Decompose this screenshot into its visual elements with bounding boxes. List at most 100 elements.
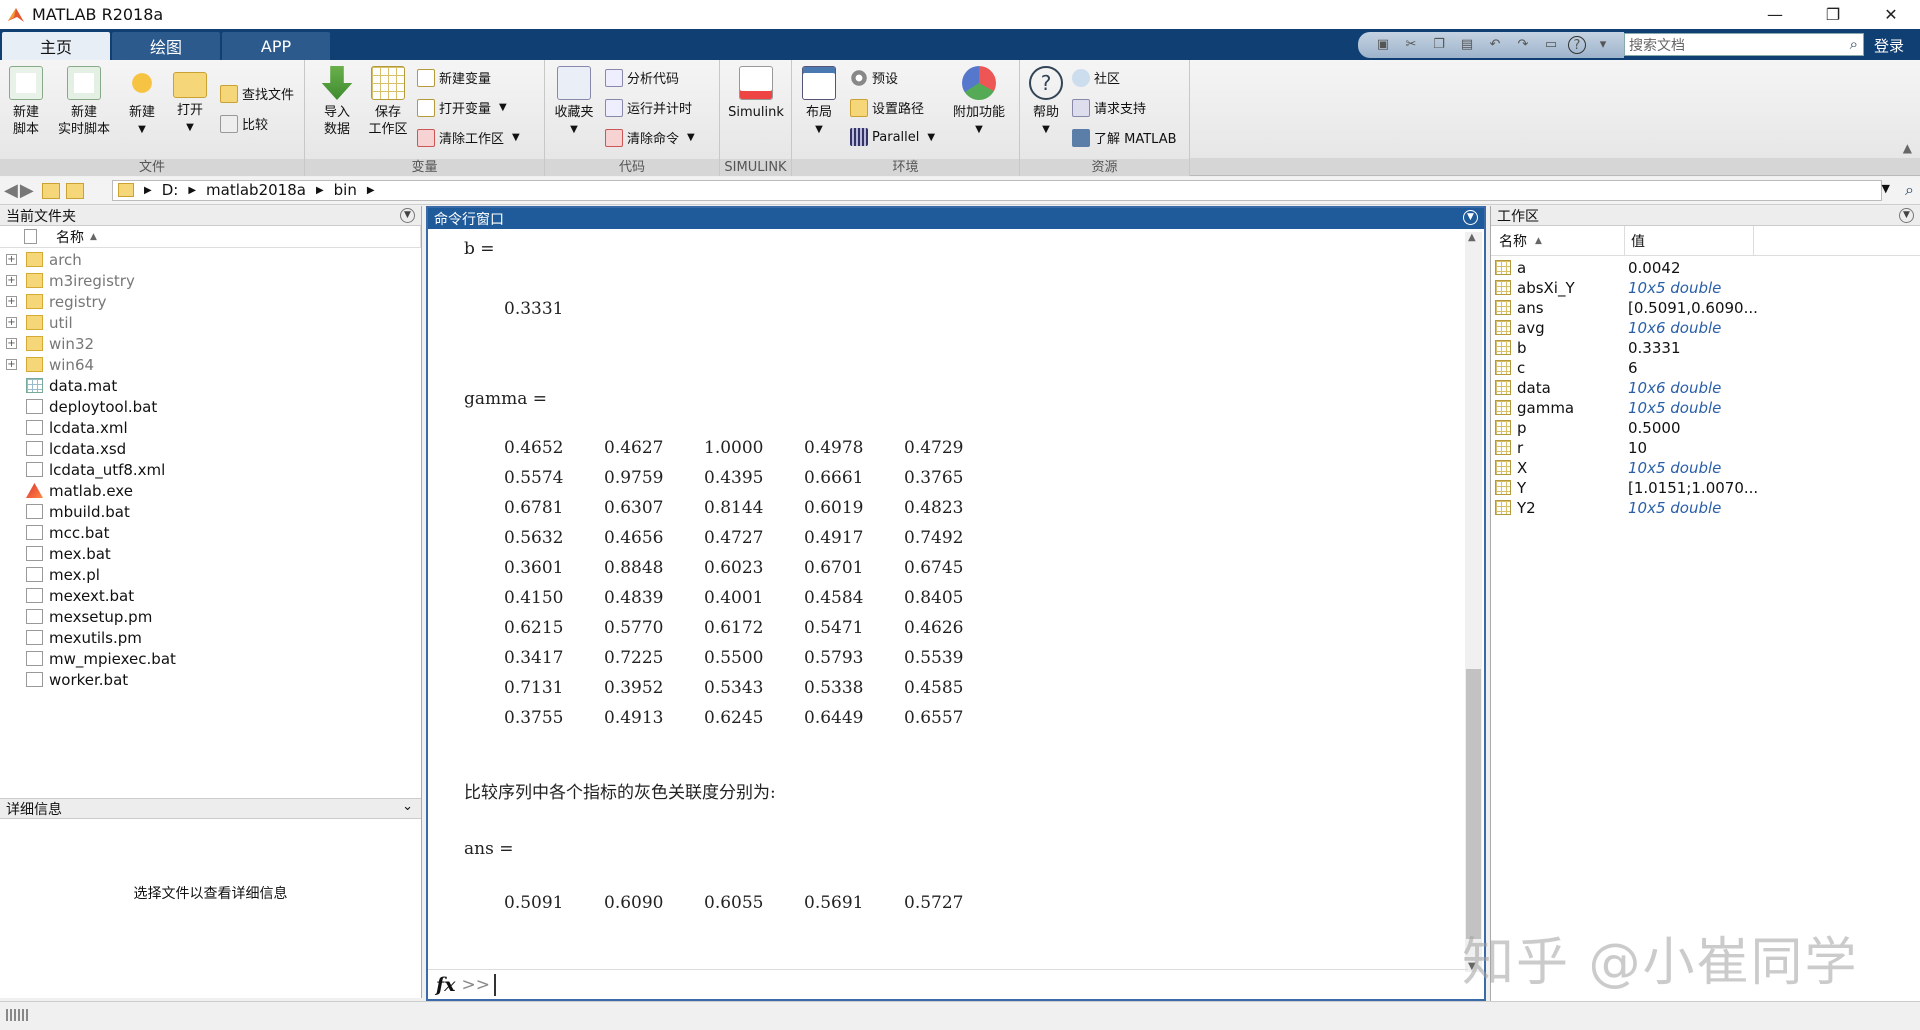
file-list-item[interactable]: matlab.exe bbox=[0, 480, 421, 501]
workspace-variable-row[interactable]: b 0.3331 bbox=[1491, 338, 1920, 358]
file-list-item[interactable]: worker.bat bbox=[0, 669, 421, 690]
workspace-variable-row[interactable]: r 10 bbox=[1491, 438, 1920, 458]
back-arrow-icon[interactable]: ◀ bbox=[4, 180, 18, 201]
file-list-item[interactable]: lcdata_utf8.xml bbox=[0, 459, 421, 480]
file-list-item[interactable]: + registry bbox=[0, 291, 421, 312]
analyze-code-button[interactable]: 分析代码 bbox=[605, 68, 679, 87]
workspace-variable-row[interactable]: absXi_Y 10x5 double bbox=[1491, 278, 1920, 298]
path-field[interactable] bbox=[112, 180, 1882, 201]
file-list-item[interactable]: mcc.bat bbox=[0, 522, 421, 543]
open-variable-button[interactable]: 打开变量 ▼ bbox=[417, 98, 507, 117]
favorites-button[interactable]: 收藏夹 ▼ bbox=[549, 66, 599, 138]
file-list-header[interactable]: 名称 ▲ bbox=[0, 226, 421, 248]
file-list-item[interactable]: mexext.bat bbox=[0, 585, 421, 606]
file-list-item[interactable]: mex.pl bbox=[0, 564, 421, 585]
breadcrumb-item-bin[interactable]: bin bbox=[334, 181, 357, 199]
file-list-item[interactable]: mex.bat bbox=[0, 543, 421, 564]
collapse-ribbon-icon[interactable]: ▲ bbox=[1903, 141, 1912, 155]
new-variable-button[interactable]: 新建变量 bbox=[417, 68, 491, 87]
expand-icon[interactable]: + bbox=[6, 254, 17, 265]
set-path-button[interactable]: 设置路径 bbox=[850, 98, 924, 117]
file-list-item[interactable]: mexutils.pm bbox=[0, 627, 421, 648]
expand-icon[interactable]: + bbox=[6, 317, 17, 328]
compare-button[interactable]: 比较 bbox=[220, 114, 268, 133]
expand-icon[interactable]: + bbox=[6, 359, 17, 370]
workspace-variable-row[interactable]: data 10x6 double bbox=[1491, 378, 1920, 398]
chevron-down-icon[interactable]: ⌄ bbox=[402, 799, 413, 814]
up-folder-icon[interactable] bbox=[41, 182, 60, 199]
maximize-button[interactable]: ❐ bbox=[1804, 0, 1862, 29]
save-workspace-button[interactable]: 保存 工作区 bbox=[363, 66, 413, 138]
command-output[interactable]: b = 0.3331 gamma = 0.4652 0.4627 1.0000 0.4… bbox=[464, 233, 1444, 953]
breadcrumb-item-matlab[interactable]: matlab2018a bbox=[206, 181, 306, 199]
file-list-item[interactable]: + win64 bbox=[0, 354, 421, 375]
file-list-item[interactable]: + util bbox=[0, 312, 421, 333]
breadcrumb-item-drive[interactable]: D: bbox=[162, 181, 179, 199]
name-column-header[interactable]: 名称 bbox=[56, 227, 84, 247]
parallel-button[interactable]: Parallel ▼ bbox=[850, 128, 935, 146]
file-list-item[interactable]: lcdata.xml bbox=[0, 417, 421, 438]
clear-commands-button[interactable]: 清除命令 ▼ bbox=[605, 128, 695, 147]
vertical-scrollbar[interactable]: ▲ ▼ bbox=[1465, 232, 1482, 972]
expand-icon[interactable]: + bbox=[6, 275, 17, 286]
workspace-variable-row[interactable]: gamma 10x5 double bbox=[1491, 398, 1920, 418]
layout-button[interactable]: 布局 ▼ bbox=[796, 66, 842, 138]
scroll-up-icon[interactable]: ▲ bbox=[1468, 232, 1476, 243]
command-prompt-line[interactable]: fx >> bbox=[428, 969, 1468, 999]
simulink-button[interactable]: Simulink bbox=[724, 66, 788, 121]
panel-actions-icon[interactable]: ▼ bbox=[400, 208, 415, 223]
workspace-variable-row[interactable]: Y [1.0151;1.0070... bbox=[1491, 478, 1920, 498]
clear-workspace-button[interactable]: 清除工作区 ▼ bbox=[417, 128, 520, 147]
request-support-button[interactable]: 请求支持 bbox=[1072, 98, 1146, 117]
path-dropdown-icon[interactable]: ▼ bbox=[1882, 182, 1890, 195]
workspace-variable-row[interactable]: a 0.0042 bbox=[1491, 258, 1920, 278]
file-list-item[interactable]: mbuild.bat bbox=[0, 501, 421, 522]
value-column-header[interactable]: 值 bbox=[1631, 231, 1645, 251]
file-list-item[interactable]: mw_mpiexec.bat bbox=[0, 648, 421, 669]
chevron-down-icon[interactable]: ▾ bbox=[1592, 36, 1614, 54]
workspace-variable-row[interactable]: avg 10x6 double bbox=[1491, 318, 1920, 338]
forward-arrow-icon[interactable]: ▶ bbox=[20, 180, 34, 201]
workspace-variable-row[interactable]: X 10x5 double bbox=[1491, 458, 1920, 478]
preferences-button[interactable]: 预设 bbox=[850, 68, 898, 87]
close-button[interactable]: ✕ bbox=[1862, 0, 1920, 29]
search-icon[interactable]: ⌕ bbox=[1850, 35, 1858, 53]
file-list-item[interactable]: + m3iregistry bbox=[0, 270, 421, 291]
tab-apps[interactable]: APP bbox=[222, 32, 330, 60]
open-button[interactable]: 打开 ▼ bbox=[168, 66, 212, 136]
file-list-item[interactable]: lcdata.xsd bbox=[0, 438, 421, 459]
help-icon[interactable]: ? bbox=[1568, 36, 1586, 54]
workspace-variable-row[interactable]: c6 bbox=[1491, 358, 1920, 378]
search-folder-icon[interactable]: ⌕ bbox=[1905, 180, 1914, 200]
search-documentation-input[interactable]: 搜索文档 ⌕ bbox=[1624, 33, 1864, 56]
save-icon[interactable]: ▣ bbox=[1372, 36, 1394, 54]
redo-icon[interactable]: ↷ bbox=[1512, 36, 1534, 54]
file-list-item[interactable]: data.mat bbox=[0, 375, 421, 396]
file-list-item[interactable]: mexsetup.pm bbox=[0, 606, 421, 627]
help-button[interactable]: ? 帮助 ▼ bbox=[1024, 66, 1068, 138]
addons-button[interactable]: 附加功能 ▼ bbox=[944, 66, 1014, 138]
file-list-item[interactable]: + arch bbox=[0, 249, 421, 270]
paste-icon[interactable]: ▤ bbox=[1456, 36, 1478, 54]
undo-icon[interactable]: ↶ bbox=[1484, 36, 1506, 54]
expand-icon[interactable]: + bbox=[6, 296, 17, 307]
workspace-variable-row[interactable]: Y2 10x5 double bbox=[1491, 498, 1920, 518]
expand-icon[interactable]: + bbox=[6, 338, 17, 349]
import-data-button[interactable]: 导入 数据 bbox=[315, 66, 359, 138]
workspace-variable-row[interactable]: ans [0.5091,0.6090... bbox=[1491, 298, 1920, 318]
new-script-button[interactable]: 新建 脚本 bbox=[4, 66, 48, 138]
find-files-button[interactable]: 查找文件 bbox=[220, 84, 294, 103]
login-button[interactable]: 登录 bbox=[1874, 35, 1904, 56]
copy-icon[interactable]: ❐ bbox=[1428, 36, 1450, 54]
file-list-item[interactable]: deploytool.bat bbox=[0, 396, 421, 417]
name-column-header[interactable]: 名称 bbox=[1499, 231, 1527, 251]
minimize-button[interactable]: — bbox=[1746, 0, 1804, 29]
scrollbar-thumb[interactable] bbox=[1466, 669, 1481, 939]
switch-windows-icon[interactable]: ▭ bbox=[1540, 36, 1562, 54]
new-live-script-button[interactable]: 新建 实时脚本 bbox=[56, 66, 112, 138]
panel-actions-icon[interactable]: ▼ bbox=[1463, 210, 1478, 225]
function-browser-icon[interactable]: fx bbox=[436, 974, 456, 996]
workspace-variable-row[interactable]: p 0.5000 bbox=[1491, 418, 1920, 438]
file-list-item[interactable]: + win32 bbox=[0, 333, 421, 354]
community-button[interactable]: 社区 bbox=[1072, 68, 1120, 87]
